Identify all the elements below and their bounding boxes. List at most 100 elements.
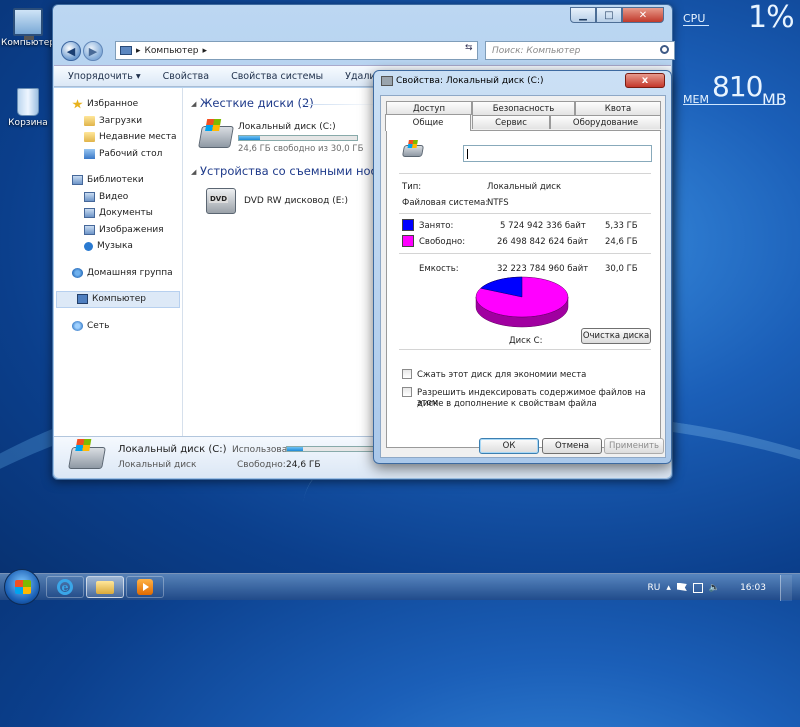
cancel-button[interactable]: Отмена [542, 438, 602, 454]
sidebar-item-label: Рабочий стол [99, 148, 163, 159]
collapse-arrow-icon[interactable]: ◢ [191, 168, 196, 176]
local-disk-icon [198, 119, 234, 148]
disk-usage-pie [475, 276, 569, 328]
local-disk-icon [401, 140, 425, 157]
tab-sharing[interactable]: Доступ [386, 101, 472, 115]
tab-panel-general: Тип: Локальный диск Файловая система: NT… [386, 130, 661, 448]
forward-button[interactable]: ▶ [83, 41, 103, 61]
mem-gadget-value: 810 [712, 70, 763, 103]
action-center-flag-icon[interactable] [676, 582, 687, 591]
breadcrumb[interactable]: Компьютер [145, 46, 199, 56]
taskbar-internet-explorer[interactable]: e [46, 576, 84, 598]
drive-icon [381, 76, 393, 86]
sidebar-item-network[interactable]: Сеть [54, 318, 182, 335]
music-icon [84, 241, 93, 251]
collapse-arrow-icon[interactable]: ◢ [191, 100, 196, 108]
sidebar-item-documents[interactable]: Документы [54, 205, 182, 222]
volume-label-input[interactable] [463, 145, 652, 162]
tab-tools[interactable]: Сервис [472, 115, 550, 129]
windows-logo-icon [75, 439, 92, 451]
sidebar-item-label: Домашняя группа [87, 267, 173, 278]
desktop-icon-recycle-bin[interactable]: Корзина [0, 88, 56, 128]
index-checkbox[interactable] [402, 387, 412, 397]
drive-item-c[interactable]: Локальный диск (C:) 24,6 ГБ свободно из … [192, 116, 372, 158]
properties-button[interactable]: Свойства [163, 71, 209, 82]
volume-icon[interactable]: 🔈 [709, 583, 720, 593]
organize-button[interactable]: Упорядочить ▾ [68, 71, 141, 82]
sidebar-item-images[interactable]: Изображения [54, 222, 182, 239]
tab-general[interactable]: Общие [385, 114, 471, 131]
refresh-icon[interactable]: ⇆ [465, 43, 473, 53]
dvd-drive-icon: DVD [206, 188, 236, 214]
windows-logo-icon [407, 140, 418, 148]
sidebar-item-computer[interactable]: Компьютер [56, 291, 180, 308]
divider [399, 349, 651, 350]
capacity-gb: 30,0 ГБ [605, 264, 638, 274]
drive-item-dvd[interactable]: DVD DVD RW дисковод (E:) [192, 184, 372, 220]
tab-security[interactable]: Безопасность [472, 101, 575, 115]
sidebar-item-homegroup[interactable]: Домашняя группа [54, 265, 182, 282]
index-label-line2[interactable]: диске в дополнение к свойствам файла [417, 399, 597, 409]
maximize-button[interactable]: □ [596, 7, 622, 23]
network-icon[interactable] [692, 582, 703, 593]
language-indicator[interactable]: RU [647, 583, 660, 593]
images-icon [84, 224, 95, 235]
taskbar-media-player[interactable] [126, 576, 164, 598]
chevron-right-icon[interactable]: ▸ [202, 46, 207, 56]
system-properties-button[interactable]: Свойства системы [231, 71, 323, 82]
back-button[interactable]: ◀ [61, 41, 81, 61]
show-desktop-button[interactable] [780, 574, 792, 601]
computer-icon [77, 294, 88, 305]
search-input[interactable]: Поиск: Компьютер [485, 41, 675, 60]
clock[interactable]: 16:03 [740, 583, 766, 593]
group-divider [302, 104, 382, 105]
details-free-label: Свободно: [237, 460, 286, 470]
compress-label[interactable]: Сжать этот диск для экономии места [417, 370, 586, 380]
sidebar-item-label: Музыка [97, 241, 133, 252]
address-bar[interactable]: ▸ Компьютер ▸ [115, 41, 478, 60]
sidebar-item-recent[interactable]: Недавние места [54, 129, 182, 146]
minimize-button[interactable]: ▁ [570, 7, 596, 23]
tab-quota[interactable]: Квота [575, 101, 661, 115]
group-header-removable[interactable]: Устройства со съемными носите [200, 164, 398, 178]
internet-explorer-icon: e [57, 579, 73, 595]
sidebar-item-label: Загрузки [99, 115, 143, 126]
show-hidden-icons-icon[interactable]: ▴ [666, 583, 671, 593]
tab-hardware[interactable]: Оборудование [550, 115, 661, 129]
navigation-bar: ◀ ▶ ▸ Компьютер ▸ ⇆ Поиск: Компьютер [59, 39, 675, 61]
used-color-swatch [402, 219, 414, 231]
disk-label: Диск C: [509, 336, 543, 346]
close-button[interactable]: ✕ [622, 7, 664, 23]
desktop-icon-computer[interactable]: Компьютер [0, 8, 56, 48]
dialog-title: Свойства: Локальный диск (C:) [396, 76, 544, 86]
divider [399, 173, 651, 174]
sidebar-item-music[interactable]: Музыка [54, 238, 182, 255]
folder-icon [84, 132, 95, 143]
sidebar-item-desktop[interactable]: Рабочий стол [54, 146, 182, 163]
sidebar-item-label: Компьютер [92, 294, 146, 305]
dvd-badge: DVD [209, 195, 229, 203]
disk-cleanup-button[interactable]: Очистка диска [581, 328, 651, 344]
drive-free-space: 24,6 ГБ свободно из 30,0 ГБ [238, 144, 364, 154]
sidebar-item-label: Изображения [99, 224, 164, 235]
sidebar-item-label: Избранное [87, 99, 139, 110]
compress-checkbox[interactable] [402, 369, 412, 379]
apply-button[interactable]: Применить [604, 438, 664, 454]
sidebar-item-label: Библиотеки [87, 175, 144, 186]
filesystem-value: NTFS [487, 198, 509, 208]
dialog-body: Доступ Безопасность Квота Общие Сервис О… [380, 95, 666, 458]
sidebar-item-favorites[interactable]: Избранное [54, 96, 182, 113]
group-header-hard-disks[interactable]: Жесткие диски (2) [200, 96, 314, 110]
sidebar-item-label: Сеть [87, 320, 110, 331]
close-icon[interactable]: x [625, 73, 665, 88]
search-icon[interactable] [660, 45, 669, 54]
sidebar-item-downloads[interactable]: Загрузки [54, 113, 182, 130]
video-icon [84, 191, 95, 202]
taskbar-explorer[interactable] [86, 576, 124, 598]
type-label: Тип: [402, 182, 422, 192]
ok-button[interactable]: ОК [479, 438, 539, 454]
sidebar-item-libraries[interactable]: Библиотеки [54, 172, 182, 189]
sidebar-item-video[interactable]: Видео [54, 189, 182, 206]
cpu-gadget-value: 1% [748, 0, 795, 35]
local-disk-icon [68, 439, 106, 469]
